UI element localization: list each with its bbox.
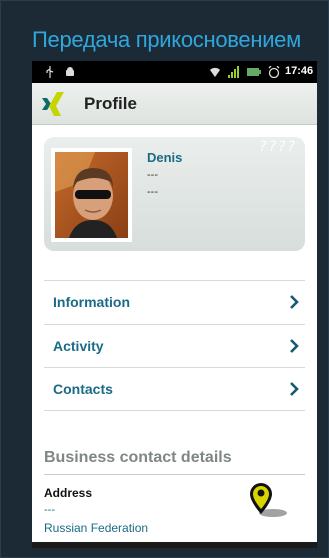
profile-card: ???? Denis --- --- [44,137,305,251]
usb-icon [46,66,54,78]
phone-screen: 17:46 Profile ???? Denis --- --- Informa… [32,61,317,548]
card-watermark: ???? [259,139,297,155]
address-label: Address [44,486,93,500]
section-divider [44,474,305,475]
nav-item-activity[interactable]: Activity [44,325,305,367]
chevron-right-icon [290,295,299,309]
chevron-right-icon [290,339,299,353]
nav-item-contacts[interactable]: Contacts [44,368,305,410]
chevron-right-icon [290,382,299,396]
battery-icon [247,68,261,76]
avatar[interactable] [51,148,132,242]
profile-company: --- [147,186,158,198]
bottom-edge [32,542,317,548]
address-street[interactable]: --- [44,504,55,516]
page-title: Profile [84,94,137,113]
profile-title: --- [147,169,158,181]
status-time: 17:46 [285,65,314,77]
map-pin-icon[interactable] [247,481,289,521]
app-header: Profile [32,83,317,125]
nav-label: Information [53,294,130,310]
nav-label: Contacts [53,381,113,397]
alarm-clock-icon [268,66,280,78]
address-country[interactable]: Russian Federation [44,521,148,535]
nav-label: Activity [53,338,104,354]
caption-title: Передача прикосновением [32,27,301,52]
profile-name[interactable]: Denis [147,150,182,165]
divider [44,410,305,411]
profile-photo [55,152,128,238]
android-icon [66,67,74,76]
signal-icon [228,66,239,78]
status-bar: 17:46 [32,61,317,83]
article-frame: Передача прикосновением 17:46 Profile ??… [0,0,329,558]
wifi-icon [210,67,220,77]
section-title: Business contact details [44,449,232,466]
nav-item-information[interactable]: Information [44,281,305,323]
xing-logo-icon[interactable] [40,91,66,117]
